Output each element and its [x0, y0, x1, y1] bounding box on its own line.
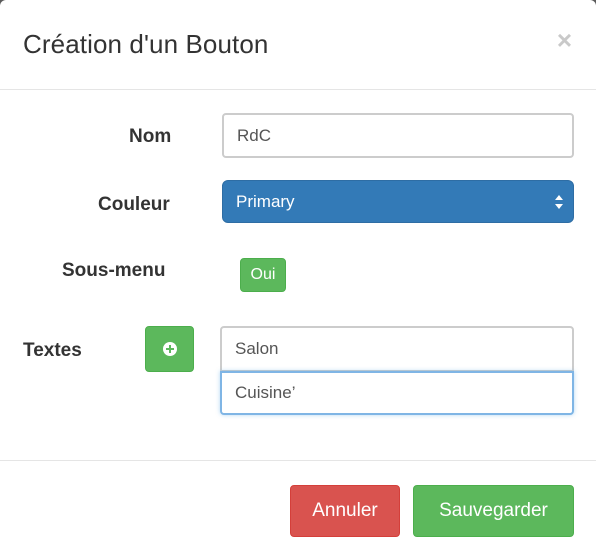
plus-circle-icon: [162, 342, 177, 356]
cancel-button[interactable]: Annuler: [290, 485, 400, 537]
color-select[interactable]: Primary: [222, 180, 574, 223]
color-label: Couleur: [98, 194, 170, 215]
modal-dialog: Création d'un Bouton × Nom RdC Couleur P…: [0, 0, 596, 560]
text-input-2-value: Cuisine’: [235, 383, 296, 402]
save-button[interactable]: Sauvegarder: [413, 485, 574, 537]
submenu-label: Sous-menu: [62, 260, 166, 281]
color-select-value: Primary: [236, 191, 295, 211]
close-icon[interactable]: ×: [557, 27, 572, 53]
texts-label: Textes: [23, 340, 82, 361]
select-arrows-icon: [555, 195, 563, 209]
modal-footer: Annuler Sauvegarder: [0, 460, 596, 560]
text-input-1[interactable]: Salon: [220, 326, 574, 372]
modal-header: Création d'un Bouton ×: [0, 0, 596, 90]
name-input-value: RdC: [237, 125, 272, 145]
submenu-toggle-button[interactable]: Oui: [240, 258, 286, 292]
name-input[interactable]: RdC: [222, 113, 574, 158]
modal-title: Création d'un Bouton: [23, 29, 269, 59]
add-text-button[interactable]: [145, 326, 194, 372]
text-input-1-value: Salon: [235, 339, 279, 358]
text-input-2[interactable]: Cuisine’: [220, 371, 574, 415]
name-label: Nom: [129, 126, 172, 147]
